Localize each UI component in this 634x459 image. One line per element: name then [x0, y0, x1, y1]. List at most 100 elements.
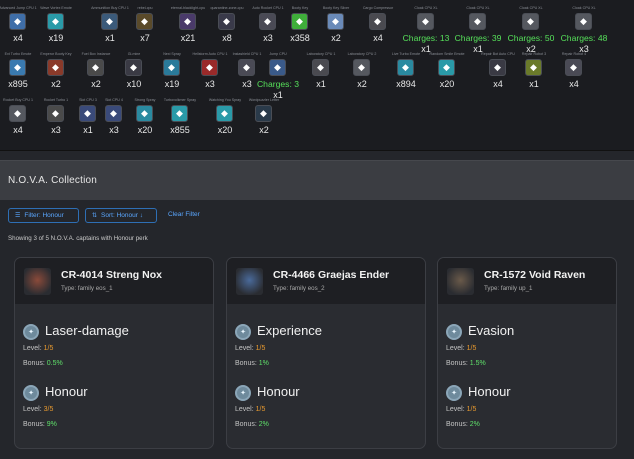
nova-collection-header: N.O.V.A. Collection [0, 160, 634, 200]
perk-bonus: Bonus: 2% [235, 421, 269, 428]
cloak-cpu-icon: ◆ [469, 13, 486, 30]
perk: ✦ Evasion Level: 1/5 Bonus: 1.5% [438, 318, 616, 380]
perk-bonus-label: Bonus: [23, 360, 45, 367]
inventory-item-name: Repair Robot 4 [561, 52, 587, 56]
cargo-compressor-icon: ◆ [369, 13, 386, 30]
captain-card-header: CR-4466 Graejas Ender Type: family eos_2 [227, 258, 425, 304]
inventory-row-3: Rocket Buy CPU 1 ◆ x4 Rocket Turbo 1 ◆ x3 Slot… [0, 96, 634, 146]
perk-level-label: Level: [446, 406, 465, 413]
captain-name: CR-1572 Void Raven [484, 269, 586, 281]
clear-filter-link[interactable]: Clear Filter [168, 211, 200, 218]
lab-cpu-icon: ◆ [353, 59, 370, 76]
captain-card-header: CR-1572 Void Raven Type: family up_1 [438, 258, 616, 304]
smile-emote-icon: ◆ [438, 59, 455, 76]
honour-icon: ✦ [446, 385, 462, 401]
repair-robot-icon: ◆ [525, 59, 542, 76]
perk-level: Level: 1/5 [235, 406, 265, 413]
perk-level-value: 3/5 [43, 406, 54, 413]
inventory-item-name: Wordpuzzler Letter [248, 98, 280, 102]
inventory-item-quantity: x2 [259, 125, 269, 135]
captain-card-header: CR-4014 Streng Nox Type: family eos_1 [15, 258, 213, 304]
captain-card[interactable]: CR-1572 Void Raven Type: family up_1 ✦ Evas… [437, 257, 617, 449]
perk-name: Honour [257, 384, 300, 399]
filter-button-label: Filter: Honour [24, 212, 64, 219]
perk: ✦ Experience Level: 1/5 Bonus: 1% [227, 318, 425, 380]
inventory-item[interactable]: Cloak CPU XL ◆ Charges: 50 x2 [501, 4, 561, 54]
perk: ✦ Laser-damage Level: 1/5 Bonus: 0.5% [15, 318, 213, 380]
rocket-cpu-icon: ◆ [9, 105, 26, 122]
captain-card[interactable]: CR-4014 Streng Nox Type: family eos_1 ✦ Las… [14, 257, 214, 449]
captain-type: Type: family up_1 [484, 285, 533, 292]
results-count: Showing 3 of 5 N.O.V.A. captains with Ho… [8, 235, 148, 242]
perk-level: Level: 1/5 [23, 345, 53, 352]
captain-avatar-icon [236, 268, 263, 295]
inventory-item[interactable]: Wave Vortex Emote ◆ x19 [26, 4, 86, 54]
inventory-item[interactable]: Cloak CPU XL ◆ Charges: 48 x3 [554, 4, 614, 54]
filter-icon: ☰ [15, 213, 21, 219]
perk-bonus-label: Bonus: [446, 360, 468, 367]
inventory-row-1: Advanced Jump CPU 1 ◆ x4 Wave Vortex Emote ◆… [0, 4, 634, 54]
page-title: N.O.V.A. Collection [8, 175, 98, 186]
perk-level-label: Level: [235, 345, 254, 352]
inventory-panel: Advanced Jump CPU 1 ◆ x4 Wave Vortex Emote ◆… [0, 0, 634, 151]
sort-button[interactable]: ⇅ Sort: Honour ↓ [85, 208, 157, 223]
turbo-emote-icon: ◆ [9, 59, 26, 76]
perk-bonus: Bonus: 1.5% [446, 360, 486, 367]
inventory-item-quantity: x19 [48, 33, 64, 43]
honour-icon: ✦ [235, 385, 251, 401]
captain-name: CR-4014 Streng Nox [61, 269, 162, 281]
perk-bonus: Bonus: 9% [23, 421, 57, 428]
inventory-item[interactable]: Repair Robot 4 ◆ x4 [544, 50, 604, 100]
inventory-item[interactable]: Cloak CPU XL ◆ Charges: 39 x1 [448, 4, 508, 54]
perk-name: Evasion [468, 323, 515, 338]
letter-icon: ◆ [255, 105, 272, 122]
eye-spray-icon: ◆ [216, 105, 233, 122]
honour-icon: ✦ [23, 385, 39, 401]
inventory-item[interactable]: Wordpuzzler Letter ◆ x2 [234, 96, 294, 146]
perk-level-value: 1/5 [255, 345, 266, 352]
perk-bonus-value: 1.5% [469, 360, 486, 367]
silver-key-icon: ◆ [327, 13, 344, 30]
perk-bonus: Bonus: 1% [235, 360, 269, 367]
perk: ✦ Honour Level: 1/5 Bonus: 2% [438, 379, 616, 441]
inventory-row-2: Ext Turbo Emote ◆ x895 Emperor Booty Key ◆ x2… [0, 50, 634, 100]
captain-avatar-icon [24, 268, 51, 295]
repair-robot-icon: ◆ [565, 59, 582, 76]
perk-bonus-value: 1% [258, 360, 269, 367]
perk-level: Level: 1/5 [235, 345, 265, 352]
perk-bonus-value: 2% [258, 421, 269, 428]
perk-level-label: Level: [235, 406, 254, 413]
perk-level-label: Level: [23, 406, 42, 413]
sort-button-label: Sort: Honour ↓ [101, 212, 143, 219]
perk-name: Honour [45, 384, 88, 399]
perk-bonus-label: Bonus: [446, 421, 468, 428]
captain-type: Type: family eos_1 [61, 285, 113, 292]
skull-emote-icon: ◆ [47, 13, 64, 30]
cloak-cpu-icon: ◆ [522, 13, 539, 30]
jump-cpu-icon: ◆ [9, 13, 26, 30]
perk-level: Level: 1/5 [446, 345, 476, 352]
fuel-box-icon: ◆ [87, 59, 104, 76]
perk-level-value: 1/5 [466, 345, 477, 352]
captain-avatar-icon [447, 268, 474, 295]
perk-level-value: 1/5 [466, 406, 477, 413]
lab-cpu-icon: ◆ [312, 59, 329, 76]
filter-button[interactable]: ☰ Filter: Honour [8, 208, 79, 223]
turbo-spray-icon: ◆ [171, 105, 188, 122]
perk-bonus: Bonus: 0.5% [23, 360, 63, 367]
cloak-cpu-icon: ◆ [575, 13, 592, 30]
perk-name: Honour [468, 384, 511, 399]
perk: ✦ Honour Level: 3/5 Bonus: 9% [15, 379, 213, 441]
experience-icon: ✦ [235, 324, 251, 340]
rebel-cpu-icon: ◆ [136, 13, 153, 30]
captain-card[interactable]: CR-4466 Graejas Ender Type: family eos_2 ✦… [226, 257, 426, 449]
laser-damage-icon: ✦ [23, 324, 39, 340]
perk-level-label: Level: [23, 345, 42, 352]
perk-bonus-label: Bonus: [235, 360, 257, 367]
perk-level-value: 1/5 [43, 345, 54, 352]
perk-bonus-label: Bonus: [23, 421, 45, 428]
inventory-item[interactable]: Cloak CPU XL ◆ Charges: 13 x1 [396, 4, 456, 54]
perk-bonus: Bonus: 2% [446, 421, 480, 428]
quarantine-cpu-icon: ◆ [218, 13, 235, 30]
perk-bonus-value: 9% [46, 421, 57, 428]
